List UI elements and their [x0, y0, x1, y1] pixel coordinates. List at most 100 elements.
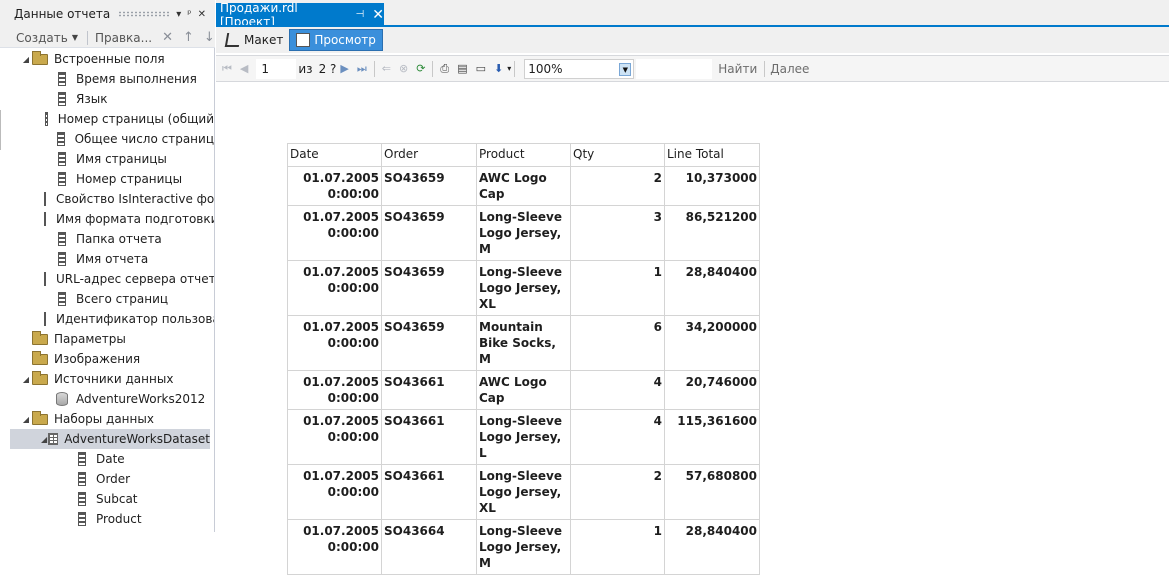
export-dropdown-icon[interactable]: ▾	[507, 64, 511, 73]
tree-item[interactable]: Имя формата подготовки	[0, 209, 214, 229]
edit-button[interactable]: Правка...	[95, 31, 152, 45]
tree-item[interactable]: Date	[0, 449, 214, 469]
table-icon	[48, 433, 59, 445]
find-next-button[interactable]: Далее	[770, 62, 809, 76]
layout-tab-label: Макет	[244, 33, 284, 47]
first-page-icon[interactable]: ⏮	[222, 62, 232, 76]
tree-item[interactable]: ◢ Встроенные поля	[0, 49, 214, 69]
print-layout-icon[interactable]: ▤	[457, 62, 467, 75]
export-icon[interactable]: ⬇	[494, 62, 503, 75]
tree-item[interactable]: Order	[0, 469, 214, 489]
cell-line-total: 57,680800	[664, 464, 760, 520]
tree-item[interactable]: Subcat	[0, 489, 214, 509]
create-button[interactable]: Создать	[16, 31, 68, 45]
pin-tab-icon[interactable]: ⊣	[356, 9, 365, 20]
column-header-qty: Qty	[570, 143, 665, 167]
cell-order: SO43661	[381, 409, 477, 465]
tree-item[interactable]: Идентификатор пользова	[0, 309, 214, 329]
tree-item[interactable]: Product	[0, 509, 214, 529]
tree-item[interactable]: Язык	[0, 89, 214, 109]
field-icon	[58, 172, 66, 186]
panel-dropdown-icon[interactable]: ▾	[176, 9, 181, 20]
find-button[interactable]: Найти	[718, 62, 757, 76]
table-row: 01.07.2005 0:00:00 SO43659 AWC Logo Cap 2 10…	[287, 166, 760, 206]
tree-item-label: Имя формата подготовки	[56, 212, 214, 226]
tree-item-label: Время выполнения	[76, 72, 197, 86]
tree-item[interactable]: ◢ AdventureWorksDataset	[10, 429, 210, 449]
move-up-icon[interactable]: ↑	[183, 30, 194, 45]
tree-item[interactable]: ◢ Наборы данных	[0, 409, 214, 429]
tree-item[interactable]: Параметры	[0, 329, 214, 349]
tree-item-label: Папка отчета	[76, 232, 162, 246]
expand-arrow-icon[interactable]: ◢	[20, 375, 32, 384]
cell-product: Long-Sleeve Logo Jersey, L	[476, 409, 571, 465]
field-icon	[58, 232, 66, 246]
tree-item-label: Date	[96, 452, 125, 466]
layout-tab[interactable]: Макет	[220, 29, 289, 51]
last-page-icon[interactable]: ⏭	[357, 62, 367, 76]
panel-title-bar: Данные отчета ▾ ᵖ ✕	[0, 0, 215, 28]
expand-arrow-icon[interactable]: ◢	[20, 55, 32, 64]
tree-item[interactable]: Имя отчета	[0, 249, 214, 269]
tree-item[interactable]: URL-адрес сервера отчет	[0, 269, 214, 289]
table-row: 01.07.2005 0:00:00 SO43659 Mountain Bike S…	[287, 315, 760, 371]
pin-icon[interactable]: ᵖ	[187, 9, 191, 20]
print-icon[interactable]: ⎙	[440, 62, 449, 76]
tree-item-label: Имя страницы	[76, 152, 167, 166]
create-dropdown-icon[interactable]: ▼	[72, 33, 78, 42]
cell-qty: 3	[570, 205, 665, 261]
folder-icon	[32, 371, 48, 385]
tree-item[interactable]: Время выполнения	[0, 69, 214, 89]
tree-item[interactable]: Папка отчета	[0, 229, 214, 249]
tree-item[interactable]: Номер страницы	[0, 169, 214, 189]
cell-date: 01.07.2005 0:00:00	[287, 464, 382, 520]
tree-item[interactable]: Всего страниц	[0, 289, 214, 309]
cell-date: 01.07.2005 0:00:00	[287, 166, 382, 206]
expand-arrow-icon[interactable]: ◢	[40, 435, 48, 444]
stop-icon[interactable]: ⊗	[399, 62, 408, 75]
refresh-icon[interactable]: ⟳	[416, 62, 425, 75]
tree-item[interactable]: ◢ Источники данных	[0, 369, 214, 389]
column-header-date: Date	[287, 143, 382, 167]
back-icon[interactable]: ⇐	[382, 62, 391, 75]
tree-item-label: Всего страниц	[76, 292, 169, 306]
field-icon	[58, 152, 66, 166]
table-row: 01.07.2005 0:00:00 SO43664 Long-Sleeve Log…	[287, 519, 760, 575]
move-down-icon[interactable]: ↓	[204, 30, 215, 45]
chevron-down-icon[interactable]: ▼	[619, 62, 632, 76]
expand-arrow-icon[interactable]: ◢	[20, 415, 32, 424]
close-tab-icon[interactable]: ✕	[372, 7, 384, 23]
cell-date: 01.07.2005 0:00:00	[287, 205, 382, 261]
tree-item[interactable]: Номер страницы (общий	[0, 109, 214, 129]
tree-item[interactable]: Общее число страниц	[0, 129, 214, 149]
page-setup-icon[interactable]: ▭	[476, 62, 486, 75]
cell-line-total: 28,840400	[664, 260, 760, 316]
table-row: 01.07.2005 0:00:00 SO43659 Long-Sleeve Log…	[287, 205, 760, 261]
cell-qty: 1	[570, 260, 665, 316]
next-page-icon[interactable]: ▶	[340, 62, 348, 75]
cell-line-total: 86,521200	[664, 205, 760, 261]
preview-tab[interactable]: Просмотр	[289, 29, 383, 51]
tree-item[interactable]: Имя страницы	[0, 149, 214, 169]
cell-order: SO43659	[381, 166, 477, 206]
close-icon[interactable]: ✕	[198, 9, 206, 20]
cell-product: Long-Sleeve Logo Jersey, XL	[476, 464, 571, 520]
panel-drag-grip[interactable]	[118, 11, 171, 17]
cell-qty: 1	[570, 519, 665, 575]
field-icon	[78, 452, 86, 466]
previous-page-icon[interactable]: ◀	[240, 62, 248, 75]
document-tab[interactable]: Продажи.rdl [Проект] ⊣ ✕	[216, 1, 384, 29]
cell-date: 01.07.2005 0:00:00	[287, 260, 382, 316]
tree-item[interactable]: Свойство IsInteractive фо	[0, 189, 214, 209]
tree-item[interactable]: AdventureWorks2012	[0, 389, 214, 409]
folder-icon	[32, 331, 48, 345]
delete-icon[interactable]: ✕	[162, 30, 173, 45]
field-icon	[45, 112, 48, 126]
cell-date: 01.07.2005 0:00:00	[287, 409, 382, 465]
tree-item[interactable]: Изображения	[0, 349, 214, 369]
zoom-select[interactable]: 100% ▼	[524, 58, 635, 79]
current-page-input[interactable]: 1	[256, 58, 297, 79]
report-table: Date Order Product Qty Line Total 01.07.…	[287, 143, 760, 575]
cell-order: SO43659	[381, 260, 477, 316]
find-text-input[interactable]	[636, 58, 713, 79]
